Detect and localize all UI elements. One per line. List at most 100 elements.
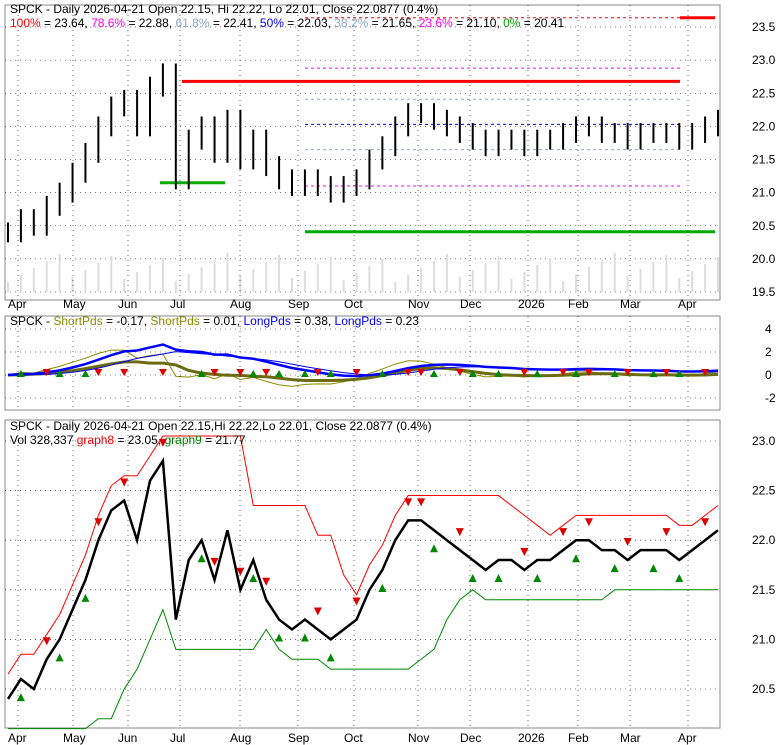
buy-arrow bbox=[55, 653, 64, 662]
buy-arrow bbox=[16, 693, 25, 702]
x-tick-label: Oct bbox=[344, 731, 363, 745]
fib-value: = 22.41, bbox=[210, 16, 260, 30]
x-tick-label: Aug bbox=[230, 731, 251, 745]
buy-arrow bbox=[275, 370, 284, 377]
buy-arrow bbox=[300, 633, 309, 642]
x-tick-label: 2026 bbox=[518, 297, 545, 311]
y-tick-label: 21.0 bbox=[752, 632, 776, 646]
fib-value: = 21.65, bbox=[368, 16, 418, 30]
buy-arrow bbox=[430, 370, 438, 377]
y-tick-label: 23.5 bbox=[752, 20, 776, 34]
fib-legend: 100% = 23.64, 78.6% = 22.88, 61.8% = 22.… bbox=[10, 16, 564, 30]
y-tick-label: -2 bbox=[765, 391, 776, 405]
sell-arrow bbox=[313, 607, 322, 616]
osc-label: ShortPds bbox=[53, 314, 102, 328]
x-tick-label: Oct bbox=[344, 297, 363, 311]
buy-arrow bbox=[675, 574, 684, 583]
x-tick-label: Jun bbox=[118, 297, 137, 311]
sell-arrow bbox=[701, 518, 710, 527]
x-tick-label: Apr bbox=[8, 297, 27, 311]
buy-arrow bbox=[249, 370, 258, 377]
buy-arrow bbox=[533, 574, 542, 583]
x-tick-label: Apr bbox=[8, 731, 27, 745]
price-panel-title: SPCK - Daily 2026-04-21 Open 22.15, Hi 2… bbox=[10, 2, 438, 16]
sell-arrow bbox=[662, 528, 671, 537]
fib-label: 23.6% bbox=[419, 16, 453, 30]
y-tick-label: 22.5 bbox=[752, 86, 776, 100]
x-tick-label: 2026 bbox=[518, 731, 545, 745]
fib-value: = 22.88, bbox=[125, 16, 175, 30]
osc-value: = -0.17, bbox=[103, 314, 151, 328]
y-tick-label: 20.5 bbox=[752, 219, 776, 233]
sell-arrow bbox=[455, 369, 464, 376]
sell-arrow bbox=[623, 538, 632, 547]
sell-arrow bbox=[262, 577, 271, 586]
buy-arrow bbox=[649, 564, 658, 573]
y-tick-label: 4 bbox=[765, 322, 772, 336]
y-tick-label: 23.0 bbox=[752, 434, 776, 448]
osc-value: = 0.23 bbox=[382, 314, 419, 328]
x-tick-label: Apr bbox=[678, 297, 697, 311]
x-tick-label: Jul bbox=[170, 297, 185, 311]
x-tick-label: Feb bbox=[568, 731, 589, 745]
sell-arrow bbox=[559, 528, 568, 537]
price-panel-frame bbox=[4, 4, 721, 301]
upper-band-line bbox=[7, 435, 719, 675]
buy-arrow bbox=[610, 564, 619, 573]
fib-label: 100% bbox=[10, 16, 41, 30]
y-tick-label: 22.0 bbox=[752, 533, 776, 547]
fib-value: = 23.64, bbox=[41, 16, 91, 30]
fib-label: 78.6% bbox=[91, 16, 125, 30]
x-tick-label: May bbox=[63, 731, 86, 745]
x-tick-label: Sep bbox=[288, 297, 310, 311]
sell-arrow bbox=[404, 498, 413, 507]
x-tick-label: Mar bbox=[620, 731, 641, 745]
fib-value: = 21.10, bbox=[453, 16, 503, 30]
y-tick-label: 20.0 bbox=[752, 252, 776, 266]
fib-label: 61.8% bbox=[175, 16, 209, 30]
x-tick-label: Nov bbox=[408, 297, 429, 311]
osc-label: LongPds bbox=[243, 314, 290, 328]
fib-label: 0% bbox=[503, 16, 521, 30]
buy-arrow bbox=[533, 370, 542, 377]
y-tick-label: 22.0 bbox=[752, 119, 776, 133]
osc-label: LongPds bbox=[335, 314, 382, 328]
lower-band-line bbox=[8, 589, 718, 730]
x-tick-label: May bbox=[63, 297, 86, 311]
fib-value: = 22.03, bbox=[284, 16, 334, 30]
buy-arrow bbox=[378, 583, 387, 592]
x-tick-label: Apr bbox=[678, 731, 697, 745]
sell-arrow bbox=[352, 597, 361, 606]
x-tick-label: Aug bbox=[230, 297, 251, 311]
fib-label: 50% bbox=[260, 16, 284, 30]
x-tick-label: Nov bbox=[408, 731, 429, 745]
fib-value: = 20.41 bbox=[520, 16, 564, 30]
y-tick-label: 23.0 bbox=[752, 53, 776, 67]
x-tick-label: Jun bbox=[118, 731, 137, 745]
stock-chart: 23.5 23.0 22.5 22.0 21.5 21.0 20.5 20.0 19.5 4 2 0 -… bbox=[0, 0, 780, 745]
buy-arrow bbox=[572, 554, 580, 563]
buy-arrow bbox=[275, 633, 284, 642]
sell-arrow bbox=[455, 528, 464, 537]
x-tick-label: Jul bbox=[170, 731, 185, 745]
buy-arrow bbox=[249, 574, 258, 583]
x-tick-label: Dec bbox=[460, 297, 481, 311]
sell-arrow bbox=[42, 637, 51, 646]
x-tick-label: Sep bbox=[288, 731, 310, 745]
band-panel-title: SPCK - Daily 2026-04-21 Open 22.15,Hi 22… bbox=[10, 419, 432, 433]
buy-arrow bbox=[81, 593, 90, 602]
y-tick-label: 21.5 bbox=[752, 583, 776, 597]
sell-arrow bbox=[120, 369, 129, 376]
buy-arrow bbox=[494, 574, 503, 583]
chart-svg: 23.5 23.0 22.5 22.0 21.5 21.0 20.5 20.0 19.5 4 2 0 -… bbox=[4, 2, 776, 745]
osc-value: = 0.01, bbox=[200, 314, 244, 328]
y-tick-label: 21.5 bbox=[752, 153, 776, 167]
sell-arrow bbox=[120, 478, 129, 487]
y-tick-label: 20.5 bbox=[752, 682, 776, 696]
osc-value: = 0.38, bbox=[291, 314, 335, 328]
y-tick-label: 2 bbox=[765, 345, 772, 359]
buy-arrow bbox=[326, 653, 335, 662]
x-tick-label: Feb bbox=[568, 297, 589, 311]
sell-arrow bbox=[520, 547, 529, 556]
sell-arrow bbox=[262, 369, 271, 376]
